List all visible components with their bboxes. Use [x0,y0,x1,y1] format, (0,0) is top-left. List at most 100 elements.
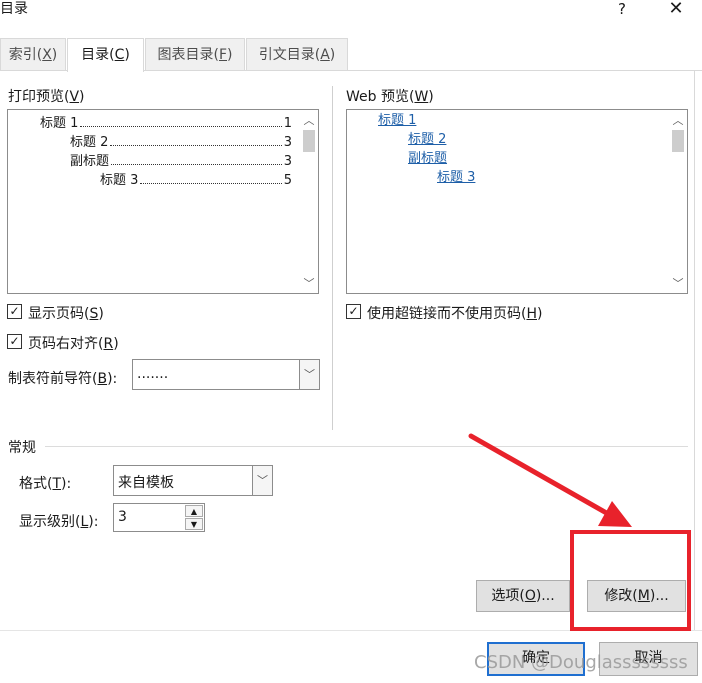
tab-authorities-label: 引文目录( [258,47,321,63]
tab-index-label-end: ) [51,47,58,63]
entry-page: 3 [283,154,292,169]
option-label-key: H [526,306,537,322]
print-preview-label-end: ) [79,89,85,105]
option-label-end: ) [98,306,104,322]
tab-leader-select[interactable]: ....... ﹀ [132,359,320,390]
web-entry-link[interactable]: 标题 2 [408,130,446,149]
tab-authorities-label-end: ) [329,47,336,63]
format-label-end: ): [61,476,72,492]
option-label-end: ) [537,306,543,322]
tab-toc-label-end: ) [124,47,130,63]
spin-up-icon[interactable]: ▲ [185,505,203,517]
print-preview-box[interactable]: 标题 1 1 标题 2 3 副标题 3 标题 3 5 ︿ ﹀ [7,109,319,294]
entry-page: 3 [283,135,292,150]
dot-leader [80,126,282,127]
web-preview-scrollbar[interactable]: ︿ ﹀ [669,110,687,293]
print-preview-entry: 标题 2 3 [70,131,292,150]
option-label-text: 使用超链接而不使用页码( [367,306,527,322]
print-preview-key: V [69,89,80,105]
tab-leader-key: B [97,371,108,387]
general-section-divider [45,446,688,447]
help-icon[interactable]: ? [610,0,634,20]
scroll-up-icon[interactable]: ︿ [669,112,687,128]
dot-leader [110,145,282,146]
close-icon[interactable]: ✕ [660,0,692,20]
scroll-down-icon[interactable]: ﹀ [669,275,687,291]
tab-authorities[interactable]: 引文目录(A) [246,38,348,70]
options-button-key: O [524,588,536,604]
tab-figures[interactable]: 图表目录(F) [145,38,245,70]
entry-text: 标题 3 [100,173,139,188]
tab-index-key: X [42,47,52,63]
option-label-text: 显示页码( [28,306,90,322]
print-preview-entry: 副标题 3 [70,150,292,169]
tab-authorities-key: A [320,47,330,63]
dot-leader [140,183,282,184]
format-key: T [52,476,62,492]
format-select[interactable]: 来自模板 ﹀ [113,465,273,496]
checkbox-check-icon[interactable]: ✓ [346,304,361,319]
print-preview-entry: 标题 1 1 [40,112,292,131]
tab-figures-key: F [218,47,228,63]
entry-page: 5 [283,173,292,188]
web-preview-label: Web 预览(W) [346,86,434,106]
chevron-down-icon[interactable]: ﹀ [252,466,272,495]
tab-index[interactable]: 索引(X) [0,38,66,70]
print-preview-label: 打印预览(V) [8,86,85,106]
web-preview-key: W [414,89,429,105]
tab-toc-key: C [114,47,125,63]
tab-figures-label-end: ) [227,47,233,63]
show-levels-label-text: 显示级别( [19,514,81,530]
checkbox-check-icon[interactable]: ✓ [7,334,22,349]
tab-index-label: 索引( [8,47,43,63]
tab-toc-label: 目录( [81,47,115,63]
web-preview-label-end: ) [428,89,434,105]
show-page-numbers-label: 显示页码(S) [28,303,104,323]
general-section-heading: 常规 [8,440,36,456]
scroll-thumb[interactable] [672,130,684,152]
web-entry-link[interactable]: 副标题 [408,149,447,168]
show-levels-spinner[interactable]: 3 ▲ ▼ [113,503,205,532]
dot-leader [111,164,282,165]
print-preview-label-text: 打印预览( [8,89,70,105]
vertical-divider [332,86,333,430]
entry-text: 标题 1 [40,116,79,131]
options-button-label: 选项( [491,588,525,604]
show-levels-label: 显示级别(L): [19,511,98,531]
title-bar: 目录 ? ✕ [0,0,702,30]
tab-leader-value: ....... [137,366,169,382]
annotation-highlight-box [570,530,691,631]
option-label-text: 页码右对齐( [28,336,104,352]
chevron-down-icon[interactable]: ﹀ [299,360,319,389]
print-preview-entry: 标题 3 5 [100,169,292,188]
options-button-label-end: )... [535,588,555,604]
scroll-up-icon[interactable]: ︿ [300,112,318,128]
web-preview-box[interactable]: 标题 1 标题 2 副标题 标题 3 ︿ ﹀ [346,109,688,294]
entry-text: 副标题 [70,154,110,169]
show-levels-value: 3 [118,509,127,525]
spin-down-icon[interactable]: ▼ [185,518,203,530]
format-value: 来自模板 [118,475,174,491]
tab-toc[interactable]: 目录(C) [67,38,144,72]
dialog-title: 目录 [0,1,28,17]
checkbox-check-icon[interactable]: ✓ [7,304,22,319]
scroll-thumb[interactable] [303,130,315,152]
tab-leader-label: 制表符前导符(B): [8,368,117,388]
tab-leader-label-text: 制表符前导符( [8,371,98,387]
tab-leader-label-end: ): [107,371,118,387]
watermark: CSDN @Douglassssssss [474,652,688,673]
web-entry-link[interactable]: 标题 3 [437,168,475,187]
option-label-end: ) [113,336,119,352]
options-button[interactable]: 选项(O)... [476,580,570,612]
entry-text: 标题 2 [70,135,109,150]
show-levels-label-end: ): [88,514,99,530]
web-preview-label-text: Web 预览( [346,89,415,105]
print-preview-scrollbar[interactable]: ︿ ﹀ [300,110,318,293]
use-hyperlinks-label: 使用超链接而不使用页码(H) [367,303,542,323]
scroll-down-icon[interactable]: ﹀ [300,275,318,291]
format-label: 格式(T): [19,473,71,493]
right-align-label: 页码右对齐(R) [28,333,119,353]
tab-figures-label: 图表目录( [157,47,219,63]
web-entry-link[interactable]: 标题 1 [378,111,416,130]
entry-page: 1 [283,116,292,131]
